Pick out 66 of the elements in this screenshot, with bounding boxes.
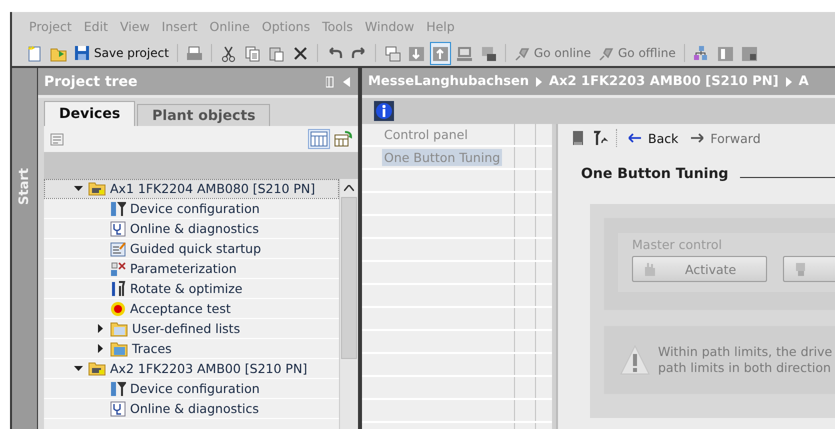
panel-title: Project tree [44, 74, 139, 90]
parameter-icon [110, 260, 126, 276]
back-arrow-icon [628, 133, 642, 143]
breadcrumb-link[interactable]: A [798, 74, 809, 89]
expand-caret-icon[interactable] [96, 344, 105, 353]
tree-item[interactable]: Device configuration [44, 199, 339, 219]
scroll-thumb[interactable] [341, 197, 357, 359]
tree-item[interactable]: Guided quick startup [44, 239, 339, 259]
menu-item[interactable]: Window [360, 18, 422, 34]
device-configuration-icon [110, 380, 126, 396]
device-configuration-icon [110, 200, 126, 216]
tree-item[interactable]: Online & diagnostics [44, 399, 339, 419]
save-icon [74, 45, 90, 61]
navigation-item[interactable]: One Button Tuning [382, 149, 502, 166]
menu-item[interactable]: Edit [78, 18, 115, 34]
stethoscope-icon [110, 400, 126, 416]
section-heading: One Button Tuning [581, 166, 728, 182]
menu-item[interactable]: Insert [156, 18, 205, 34]
warning-icon [620, 345, 650, 375]
menu-item[interactable]: Help [421, 18, 462, 34]
checklist-icon [110, 240, 126, 256]
forward-arrow-icon [690, 133, 704, 143]
navigation-item[interactable]: Control panel [382, 126, 470, 143]
start-tab[interactable]: Start [17, 168, 32, 205]
tree-item[interactable]: Parameterization [44, 259, 339, 279]
info-icon[interactable] [374, 101, 394, 121]
back-button[interactable]: Back [626, 130, 680, 146]
chevron-icon [536, 76, 542, 86]
collapse-caret-icon[interactable] [74, 184, 83, 193]
tab[interactable]: Devices [44, 101, 136, 126]
drive-folder-icon [88, 361, 106, 376]
target-icon [110, 300, 126, 316]
stethoscope-icon [110, 220, 126, 236]
list-folder-icon [110, 320, 128, 336]
warning-text: Within path limits, the drive [658, 344, 832, 360]
chevron-icon [786, 76, 792, 86]
breadcrumb-link[interactable]: MesseLanghubachsen [368, 74, 530, 89]
upload-icon[interactable] [430, 42, 451, 64]
tools-icon [110, 280, 126, 296]
menu-item[interactable]: View [115, 18, 157, 34]
tree-item[interactable]: Traces [44, 339, 339, 359]
scroll-up-icon[interactable] [344, 185, 354, 191]
expand-caret-icon[interactable] [96, 324, 105, 333]
table-refresh-icon[interactable] [334, 131, 352, 147]
menu-item[interactable]: Online [204, 18, 257, 34]
table-view-icon[interactable] [310, 131, 328, 147]
chart-folder-icon [110, 340, 128, 356]
tree-item[interactable]: Ax1 1FK2204 AMB080 [S210 PN] [44, 179, 339, 199]
tree-item[interactable]: Rotate & optimize [44, 279, 339, 299]
tree-item[interactable]: User-defined lists [44, 319, 339, 339]
tab[interactable]: Plant objects [137, 104, 270, 126]
menu-item[interactable]: Tools [317, 18, 360, 34]
menu-item[interactable]: Project [24, 18, 79, 34]
toolbar-button[interactable]: Save project [72, 45, 171, 61]
tree-item[interactable]: Ax2 1FK2203 AMB00 [S210 PN] [44, 359, 339, 379]
scrollbar[interactable] [339, 179, 358, 429]
warning-text: path limits in both direction [658, 360, 832, 376]
menu-item[interactable]: Options [256, 18, 318, 34]
collapse-caret-icon[interactable] [74, 364, 83, 373]
group-title: Master control [632, 237, 723, 252]
tree-item[interactable]: Acceptance test [44, 299, 339, 319]
tree-item[interactable]: Online & diagnostics [44, 219, 339, 239]
breadcrumb-link[interactable]: Ax2 1FK2203 AMB00 [S210 PN] [549, 74, 779, 89]
memory-card-icon[interactable] [572, 130, 584, 146]
drive-folder-icon [88, 181, 106, 196]
tree-item[interactable]: Device configuration [44, 379, 339, 399]
